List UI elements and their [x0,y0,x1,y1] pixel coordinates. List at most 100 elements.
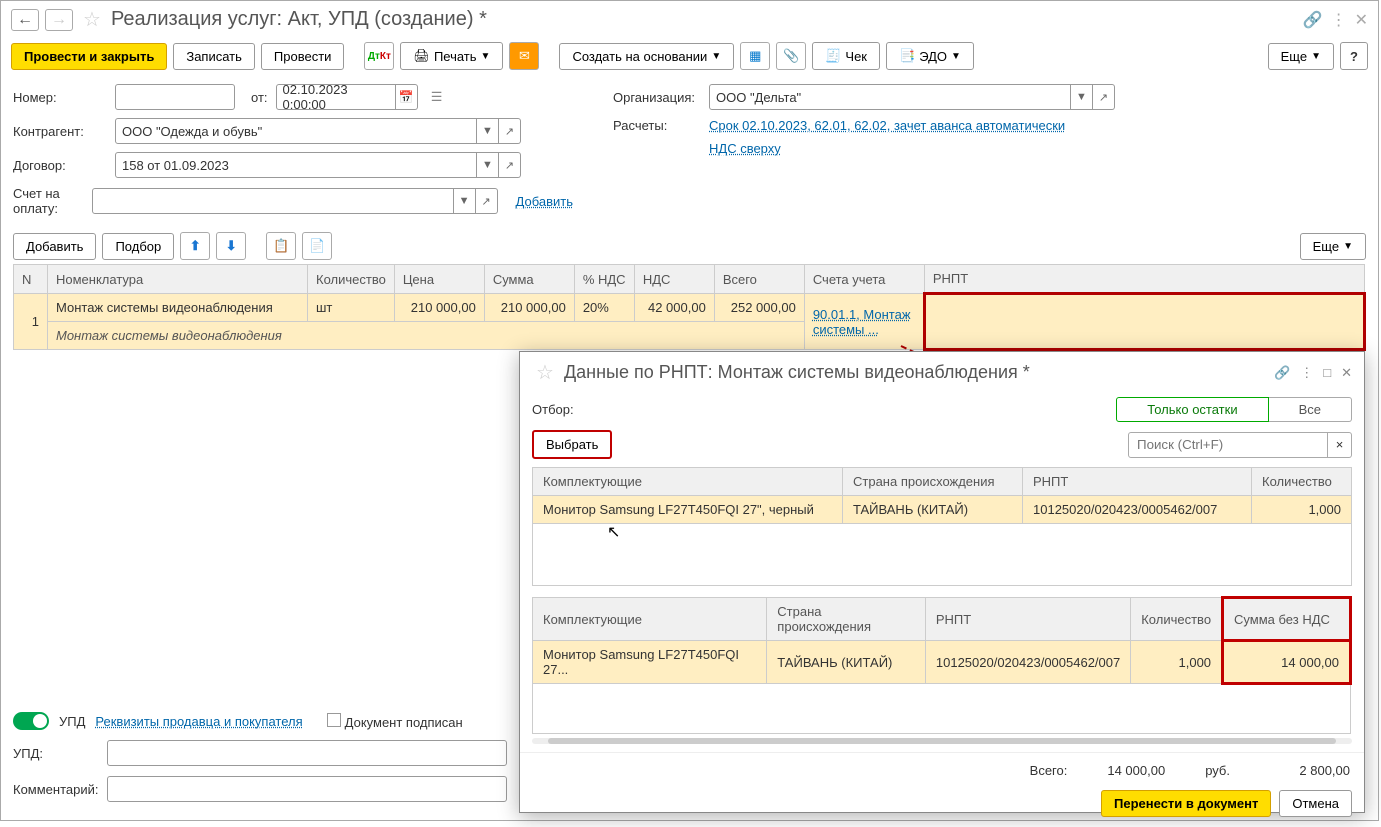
seg-all[interactable]: Все [1269,397,1352,422]
attachment-icon[interactable]: 📎 [776,42,806,70]
form-mode-icon[interactable]: ☰ [426,86,448,108]
dtk-icon[interactable]: ДтКт [364,42,394,70]
col-n[interactable]: N [14,265,48,294]
dropdown-icon[interactable]: ▼ [477,152,499,178]
cell-n[interactable]: 1 [14,294,48,350]
col-rnpt[interactable]: РНПТ [1023,468,1252,496]
transfer-button[interactable]: Перенести в документ [1101,790,1271,817]
number-field[interactable] [115,84,235,110]
date-field[interactable]: 02.10.2023 0:00:00 [276,84,396,110]
col-vat[interactable]: НДС [634,265,714,294]
back-button[interactable]: ← [11,9,39,31]
cell-vat[interactable]: 42 000,00 [634,294,714,322]
col-sum[interactable]: Сумма [484,265,574,294]
table-row[interactable]: 1 Монтаж системы видеонаблюдения шт 210 … [14,294,1365,322]
doc-signed-checkbox[interactable] [327,713,341,727]
clear-search-icon[interactable]: × [1328,432,1352,458]
upd-toggle[interactable] [13,712,49,730]
add-invoice-link[interactable]: Добавить [516,194,573,209]
org-field[interactable]: ООО "Дельта" [709,84,1071,110]
cell-rnpt[interactable] [924,294,1364,350]
cell-sum[interactable]: 210 000,00 [484,294,574,322]
seg-only-balances[interactable]: Только остатки [1116,397,1268,422]
link-icon[interactable]: 🔗 [1274,365,1290,381]
col-rnpt[interactable]: РНПТ [925,598,1130,641]
comment-field[interactable] [107,776,507,802]
invoice-field[interactable] [92,188,454,214]
col-country[interactable]: Страна происхождения [843,468,1023,496]
forward-button[interactable]: → [45,9,73,31]
move-down-icon[interactable]: ⬇ [216,232,246,260]
cell-qty[interactable]: шт [308,294,395,322]
dropdown-icon[interactable]: ▼ [454,188,476,214]
col-country[interactable]: Страна происхождения [767,598,926,641]
col-rnpt[interactable]: РНПТ [924,265,1364,294]
pick-button[interactable]: Подбор [102,233,174,260]
cell-item[interactable]: Монитор Samsung LF27T450FQI 27... [533,641,767,684]
help-button[interactable]: ? [1340,42,1368,70]
upd-field-ref[interactable] [107,740,507,766]
save-button[interactable]: Записать [173,43,255,70]
maximize-icon[interactable]: □ [1323,365,1331,381]
col-nomen[interactable]: Номенклатура [48,265,308,294]
open-ref-icon[interactable]: ↗ [499,118,521,144]
favorite-star-icon[interactable]: ☆ [83,7,101,32]
search-input[interactable] [1128,432,1328,458]
post-button[interactable]: Провести [261,43,345,70]
nds-link[interactable]: НДС сверху [709,141,781,156]
select-button[interactable]: Выбрать [532,430,612,459]
table-more-button[interactable]: Еще▼ [1300,233,1366,260]
open-ref-icon[interactable]: ↗ [1093,84,1115,110]
open-ref-icon[interactable]: ↗ [499,152,521,178]
calendar-icon[interactable]: 📅 [396,84,418,110]
add-row-button[interactable]: Добавить [13,233,96,260]
cell-nomen-sub[interactable]: Монтаж системы видеонаблюдения [48,322,805,350]
col-item[interactable]: Комплектующие [533,598,767,641]
cell-total[interactable]: 252 000,00 [714,294,804,322]
col-sum-no-vat[interactable]: Сумма без НДС [1223,598,1351,641]
move-up-icon[interactable]: ⬆ [180,232,210,260]
contract-field[interactable]: 158 от 01.09.2023 [115,152,477,178]
email-icon[interactable]: ✉ [509,42,539,70]
cell-rnpt[interactable]: 10125020/020423/0005462/007 [925,641,1130,684]
dropdown-icon[interactable]: ▼ [1071,84,1093,110]
cell-qty[interactable]: 1,000 [1252,496,1352,524]
cancel-button[interactable]: Отмена [1279,790,1352,817]
link-icon[interactable]: 🔗 [1303,10,1323,30]
favorite-star-icon[interactable]: ☆ [536,360,554,385]
more-button[interactable]: Еще▼ [1268,43,1334,70]
contragent-field[interactable]: ООО "Одежда и обувь" [115,118,477,144]
print-button[interactable]: 🖨Печать▼ [400,42,503,70]
col-total[interactable]: Всего [714,265,804,294]
col-qty[interactable]: Количество [308,265,395,294]
create-based-on-button[interactable]: Создать на основании▼ [559,43,734,70]
open-ref-icon[interactable]: ↗ [476,188,498,214]
col-vat-pct[interactable]: % НДС [574,265,634,294]
calc-link[interactable]: Срок 02.10.2023, 62.01, 62.02, зачет ава… [709,118,1065,133]
cell-accounts[interactable]: 90.01.1, Монтаж системы ... [804,294,924,350]
cell-rnpt[interactable]: 10125020/020423/0005462/007 [1023,496,1252,524]
close-icon[interactable]: ✕ [1341,365,1352,381]
col-qty[interactable]: Количество [1252,468,1352,496]
cell-country[interactable]: ТАЙВАНЬ (КИТАЙ) [843,496,1023,524]
scrollbar[interactable] [532,738,1352,744]
dropdown-icon[interactable]: ▼ [477,118,499,144]
cell-country[interactable]: ТАЙВАНЬ (КИТАЙ) [767,641,926,684]
col-item[interactable]: Комплектующие [533,468,843,496]
post-and-close-button[interactable]: Провести и закрыть [11,43,167,70]
seller-buyer-link[interactable]: Реквизиты продавца и покупателя [95,714,302,729]
structure-icon[interactable]: ▦ [740,42,770,70]
edo-button[interactable]: 📑ЭДО▼ [886,42,974,70]
kebab-icon[interactable]: ⋮ [1300,365,1313,381]
paste-icon[interactable]: 📄 [302,232,332,260]
copy-icon[interactable]: 📋 [266,232,296,260]
close-icon[interactable]: ✕ [1355,10,1368,30]
kebab-icon[interactable]: ⋮ [1331,10,1347,30]
cell-nomen[interactable]: Монтаж системы видеонаблюдения [48,294,308,322]
table-row[interactable]: Монитор Samsung LF27T450FQI 27", черный … [533,496,1352,524]
cell-qty[interactable]: 1,000 [1131,641,1223,684]
cell-item[interactable]: Монитор Samsung LF27T450FQI 27", черный [533,496,843,524]
cell-sum[interactable]: 14 000,00 [1223,641,1351,684]
cell-vat-pct[interactable]: 20% [574,294,634,322]
cheque-button[interactable]: 🧾Чек [812,42,880,70]
